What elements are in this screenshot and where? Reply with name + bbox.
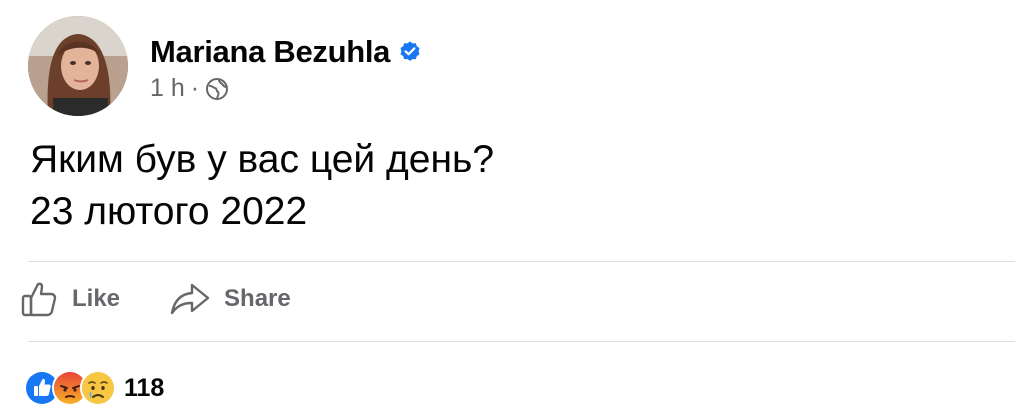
- author-row: Mariana Bezuhla: [150, 34, 422, 70]
- post-card: Mariana Bezuhla 1 h · Яким був у вас цей…: [0, 0, 1015, 406]
- post-actions: Like Share: [20, 280, 291, 318]
- globe-icon[interactable]: [205, 77, 229, 101]
- author-name[interactable]: Mariana Bezuhla: [150, 34, 390, 70]
- avatar-photo: [28, 16, 128, 116]
- share-button[interactable]: Share: [170, 282, 291, 316]
- share-arrow-icon: [170, 282, 210, 316]
- post-meta: 1 h ·: [150, 74, 229, 103]
- like-button[interactable]: Like: [20, 280, 120, 318]
- divider: [28, 261, 1015, 262]
- divider: [28, 341, 1015, 342]
- verified-badge-icon: [398, 40, 422, 64]
- post-timestamp[interactable]: 1 h: [150, 74, 185, 103]
- post-text: Яким був у вас цей день? 23 лютого 2022: [30, 134, 494, 238]
- sad-reaction-icon: [80, 370, 116, 406]
- post-text-line: 23 лютого 2022: [30, 190, 308, 233]
- post-text-line: Яким був у вас цей день?: [30, 138, 495, 181]
- share-label: Share: [224, 285, 291, 312]
- like-label: Like: [72, 285, 121, 312]
- reaction-icons: [24, 370, 116, 406]
- avatar[interactable]: [28, 16, 128, 116]
- thumbs-up-icon: [20, 280, 58, 318]
- reaction-count[interactable]: 118: [124, 374, 164, 403]
- meta-separator: ·: [190, 74, 200, 102]
- reactions-summary[interactable]: 118: [24, 370, 164, 406]
